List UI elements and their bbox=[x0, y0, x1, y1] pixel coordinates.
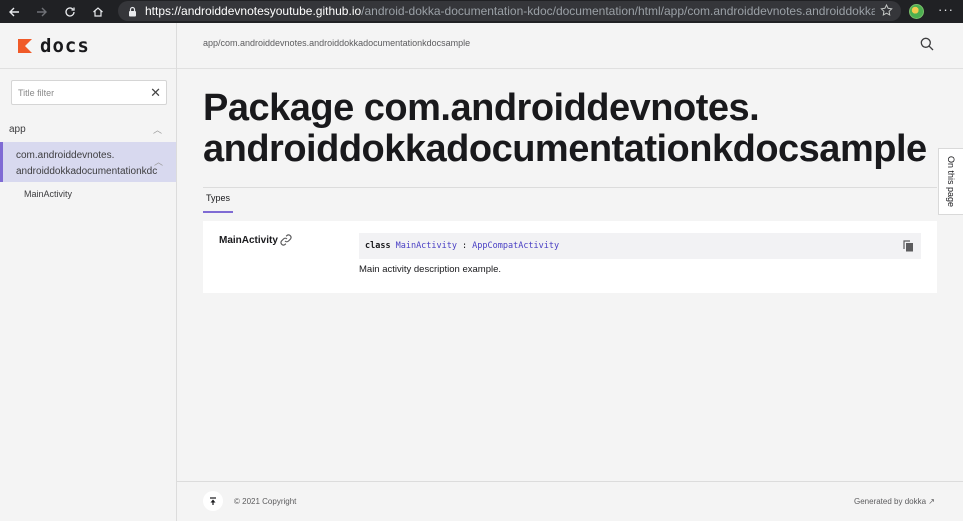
title-filter[interactable]: ✕ bbox=[11, 80, 167, 105]
signature-separator: : bbox=[462, 241, 468, 251]
type-entry-card: MainActivity class MainActivity : AppCom… bbox=[203, 221, 937, 293]
more-menu-icon[interactable]: ··· bbox=[938, 2, 954, 17]
sidebar-item-label-line2: androiddokkadocumentationkdc bbox=[16, 166, 158, 177]
reload-icon bbox=[65, 6, 75, 17]
signature-class-link[interactable]: MainActivity bbox=[396, 241, 457, 251]
arrow-up-icon bbox=[210, 497, 216, 505]
sidebar-item-label: app bbox=[9, 123, 26, 135]
home-button[interactable] bbox=[84, 0, 112, 23]
sidebar-item-package[interactable]: com.androiddevnotes. androiddokkadocumen… bbox=[0, 142, 176, 182]
url-host: https://androiddevnotesyoutube.github.io bbox=[145, 4, 362, 18]
on-this-page-label: On this page bbox=[946, 155, 956, 208]
sidebar: docs ✕ app ︿ com.androiddevnotes. androi… bbox=[0, 23, 177, 521]
back-arrow-icon bbox=[9, 7, 19, 16]
lock-icon bbox=[129, 6, 136, 16]
top-bar: app/com.androiddevnotes.androiddokkadocu… bbox=[177, 23, 963, 69]
type-entry-name[interactable]: MainActivity bbox=[219, 235, 278, 246]
chevron-up-icon[interactable]: ︿ bbox=[153, 123, 162, 136]
tab-divider bbox=[203, 187, 937, 188]
sidebar-item-label-line1: com.androiddevnotes. bbox=[16, 150, 115, 161]
anchor-link-icon[interactable] bbox=[279, 233, 293, 247]
page-title: Package com.androiddevnotes. androiddokk… bbox=[203, 88, 943, 170]
signature-supertype-link[interactable]: AppCompatActivity bbox=[472, 241, 559, 251]
copy-icon[interactable] bbox=[903, 240, 914, 252]
logo-text: docs bbox=[40, 34, 90, 57]
back-button[interactable] bbox=[0, 0, 28, 23]
forward-button[interactable] bbox=[28, 0, 56, 23]
browser-toolbar: https://androiddevnotesyoutube.github.io… bbox=[0, 0, 963, 23]
sidebar-item-mainactivity[interactable]: MainActivity bbox=[24, 189, 72, 199]
tab-types[interactable]: Types bbox=[203, 193, 234, 213]
home-icon bbox=[93, 6, 103, 17]
sidebar-item-app[interactable]: app ︿ bbox=[0, 120, 176, 138]
on-this-page-toggle[interactable]: On this page bbox=[938, 148, 963, 215]
chevron-up-icon[interactable]: ︿ bbox=[154, 154, 163, 170]
url-path: /android-dokka-documentation-kdoc/docume… bbox=[361, 4, 875, 18]
footer-divider bbox=[177, 481, 963, 482]
kotlin-logo-icon bbox=[18, 38, 32, 53]
profile-avatar[interactable] bbox=[909, 4, 924, 19]
clear-filter-icon[interactable]: ✕ bbox=[150, 86, 161, 99]
type-entry-description: Main activity description example. bbox=[359, 264, 502, 275]
breadcrumb[interactable]: app/com.androiddevnotes.androiddokkadocu… bbox=[203, 38, 470, 48]
title-filter-input[interactable] bbox=[12, 87, 142, 98]
address-bar[interactable]: https://androiddevnotesyoutube.github.io… bbox=[118, 1, 901, 21]
search-icon[interactable] bbox=[920, 37, 934, 51]
signature-block: class MainActivity : AppCompatActivity bbox=[359, 233, 921, 259]
page-title-line1: Package com.androiddevnotes. bbox=[203, 87, 760, 129]
signature-keyword: class bbox=[365, 241, 391, 251]
scroll-to-top-button[interactable] bbox=[203, 491, 223, 511]
logo[interactable]: docs bbox=[0, 23, 176, 69]
reload-button[interactable] bbox=[56, 0, 84, 23]
favorite-star-icon[interactable] bbox=[880, 4, 893, 17]
footer-copyright: © 2021 Copyright bbox=[234, 497, 297, 506]
page-title-line2: androiddokkadocumentationkdocsample bbox=[203, 128, 927, 170]
footer-generated-link[interactable]: Generated by dokka ↗ bbox=[854, 497, 935, 506]
url-text: https://androiddevnotesyoutube.github.io… bbox=[145, 4, 875, 18]
forward-arrow-icon bbox=[37, 7, 47, 16]
